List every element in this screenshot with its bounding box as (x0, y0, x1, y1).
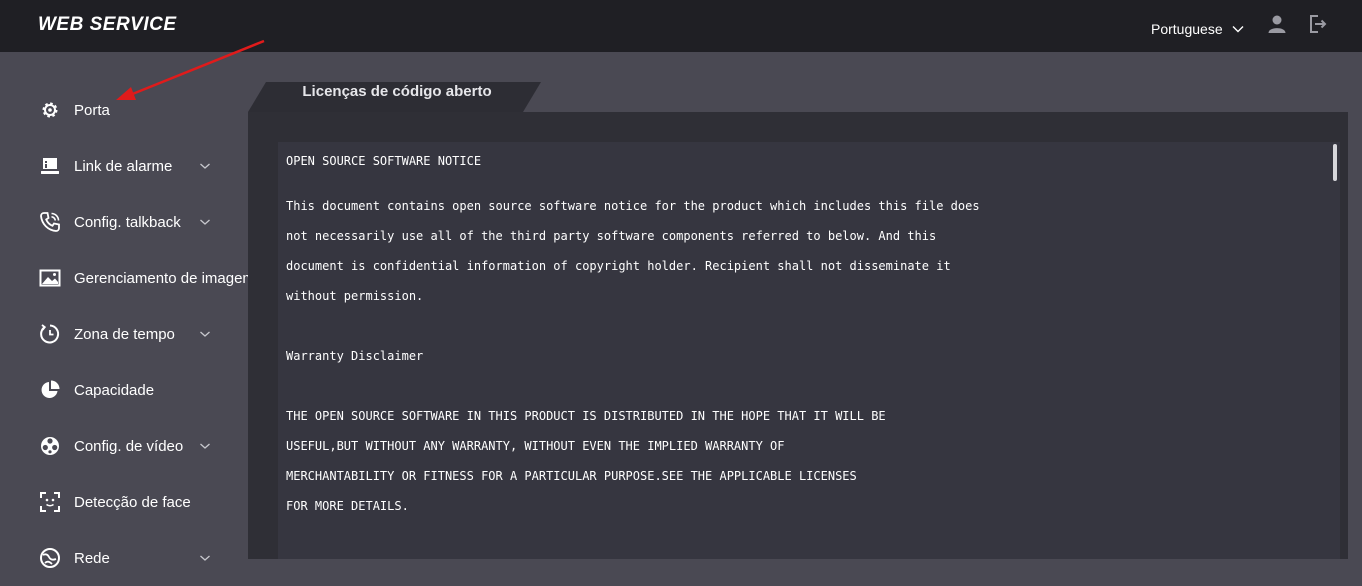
doc-line: FOR MORE DETAILS. (286, 499, 409, 513)
sidebar-item-label: Zona de tempo (74, 325, 175, 343)
sidebar-item-label: Config. de vídeo (74, 437, 184, 455)
alarm-link-icon (39, 155, 61, 177)
sidebar-item-label: Link de alarme (74, 157, 173, 175)
user-icon[interactable] (1267, 14, 1287, 34)
sidebar-item-label: Gerenciamento de imagem (74, 269, 255, 287)
chevron-down-icon (200, 219, 210, 225)
doc-section-title: Warranty Disclaimer (286, 349, 424, 363)
doc-line: MERCHANTABILITY OR FITNESS FOR A PARTICU… (286, 469, 857, 483)
pie-chart-icon (39, 379, 61, 401)
sidebar-item-label: Rede (74, 549, 110, 567)
logout-icon[interactable] (1308, 14, 1328, 34)
network-globe-icon (39, 547, 61, 569)
clock-icon (39, 323, 61, 345)
sidebar-item-config-talkback[interactable]: Config. talkback (0, 194, 248, 250)
film-reel-icon (39, 435, 61, 457)
doc-line: This document contains open source softw… (286, 199, 980, 213)
sidebar-item-rede[interactable]: Rede (0, 530, 248, 586)
brand-logo: WEB SERVICE (38, 14, 177, 35)
sidebar: Porta Link de alarme Config. talkback Ge… (0, 52, 255, 568)
language-label: Portuguese (1151, 21, 1223, 37)
doc-line: THE OPEN SOURCE SOFTWARE IN THIS PRODUCT… (286, 409, 886, 423)
sidebar-item-config-de-video[interactable]: Config. de vídeo (0, 418, 248, 474)
doc-line: document is confidential information of … (286, 259, 951, 273)
doc-line: USEFUL,BUT WITHOUT ANY WARRANTY, WITHOUT… (286, 439, 785, 453)
chevron-down-icon (200, 331, 210, 337)
gear-icon (39, 99, 61, 121)
chevron-down-icon (1232, 26, 1244, 33)
scrollbar-thumb[interactable] (1333, 144, 1337, 181)
sidebar-item-porta[interactable]: Porta (0, 82, 248, 138)
sidebar-item-label: Porta (74, 101, 110, 119)
doc-heading: OPEN SOURCE SOFTWARE NOTICE (286, 154, 482, 168)
doc-line: without permission. (286, 289, 424, 303)
chevron-down-icon (200, 555, 210, 561)
top-bar: WEB SERVICE Portuguese (0, 0, 1362, 52)
phone-icon (39, 211, 61, 233)
sidebar-item-label: Detecção de face (74, 493, 191, 511)
image-icon (39, 267, 61, 289)
sidebar-item-link-de-alarme[interactable]: Link de alarme (0, 138, 248, 194)
chevron-down-icon (200, 443, 210, 449)
sidebar-item-zona-de-tempo[interactable]: Zona de tempo (0, 306, 248, 362)
license-text-area[interactable]: OPEN SOURCE SOFTWARE NOTICE This documen… (278, 142, 1340, 559)
sidebar-item-gerenciamento-de-imagem[interactable]: Gerenciamento de imagem (0, 250, 255, 306)
sidebar-item-label: Config. talkback (74, 213, 181, 231)
sidebar-item-deteccao-de-face[interactable]: Detecção de face (0, 474, 248, 530)
doc-line: not necessarily use all of the third par… (286, 229, 937, 243)
sidebar-item-label: Capacidade (74, 381, 155, 399)
face-detect-icon (39, 491, 61, 513)
sidebar-item-capacidade[interactable]: Capacidade (0, 362, 248, 418)
language-selector[interactable]: Portuguese (1151, 21, 1244, 37)
tab-label: Licenças de código aberto (302, 83, 492, 100)
chevron-down-icon (200, 163, 210, 169)
